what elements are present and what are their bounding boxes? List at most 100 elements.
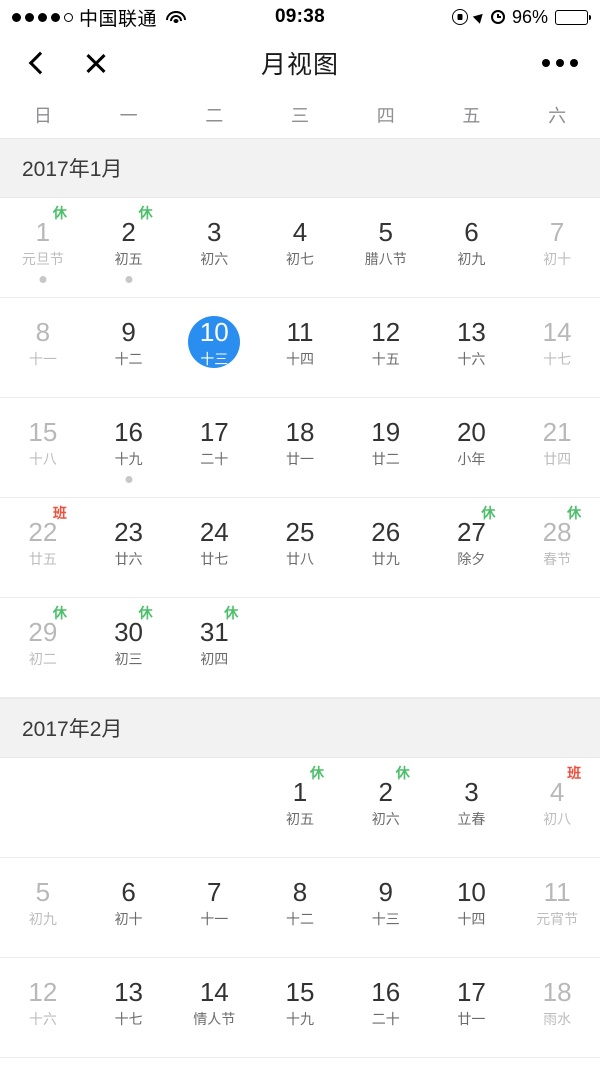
day-cell-15[interactable]: 15 十九: [257, 958, 343, 1057]
day-cell-12[interactable]: 12 十五: [343, 298, 429, 397]
rotation-lock-icon: [451, 9, 468, 25]
lunar-label: 十二: [285, 910, 314, 927]
lunar-label: 初五: [285, 810, 314, 827]
day-cell-inner: 27 除夕: [445, 516, 497, 568]
day-number: 27: [456, 516, 486, 547]
day-cell-24[interactable]: 24 廿七: [171, 498, 257, 597]
day-cell-11[interactable]: 11 元宵节: [514, 858, 600, 957]
day-number: 9: [378, 876, 393, 907]
day-cell-inner: 4 初七: [274, 216, 326, 268]
day-number: 16: [371, 976, 401, 1007]
day-cell-10[interactable]: 10 十四: [429, 858, 515, 957]
day-cell-17[interactable]: 17 廿一: [429, 958, 515, 1057]
day-cell-inner: 2 初六: [360, 776, 412, 828]
lunar-label: 十四: [457, 910, 486, 927]
day-cell-inner: 11 十四: [274, 316, 326, 368]
day-cell-inner: 23 廿六: [103, 516, 155, 568]
day-number: 12: [371, 316, 401, 347]
day-number: 18: [542, 976, 572, 1007]
day-cell-15[interactable]: 15 十八: [0, 398, 86, 497]
day-number: 14: [199, 976, 229, 1007]
day-cell-14[interactable]: 14 十七: [514, 298, 600, 397]
day-cell-11[interactable]: 11 十四: [257, 298, 343, 397]
day-cell-16[interactable]: 16 十九: [86, 398, 172, 497]
day-number: 7: [549, 216, 565, 247]
weekday-header: 日一二三四五六: [0, 92, 600, 138]
day-cell-29[interactable]: 休 29 初二: [0, 598, 86, 697]
day-number: 4: [549, 776, 565, 807]
lunar-label: 元宵节: [536, 910, 579, 927]
day-cell-7[interactable]: 7 十一: [171, 858, 257, 957]
day-cell-8[interactable]: 8 十二: [257, 858, 343, 957]
day-number: 16: [114, 416, 144, 447]
more-options-button[interactable]: [542, 59, 578, 67]
day-number: 21: [542, 416, 572, 447]
day-cell-16[interactable]: 16 二十: [343, 958, 429, 1057]
day-cell-27[interactable]: 休 27 除夕: [429, 498, 515, 597]
day-cell-3[interactable]: 3 立春: [429, 758, 515, 857]
weekday-label-1: 一: [119, 106, 138, 126]
day-number: 26: [371, 516, 401, 547]
day-cell-4[interactable]: 4 初七: [257, 198, 343, 297]
status-bar-right: 96%: [451, 6, 591, 28]
day-cell-22[interactable]: 班 22 廿五: [0, 498, 86, 597]
day-number: 11: [286, 316, 314, 347]
event-dot: [39, 276, 47, 283]
month-header: 2017年1月: [0, 138, 600, 198]
day-cell-18[interactable]: 18 廿一: [257, 398, 343, 497]
day-cell-2[interactable]: 休 2 初六: [343, 758, 429, 857]
lunar-label: 十二: [114, 350, 143, 367]
day-cell-2[interactable]: 休 2 初五: [86, 198, 172, 297]
battery-icon: [555, 9, 591, 25]
day-cell-5[interactable]: 5 腊八节: [343, 198, 429, 297]
lunar-label: 立春: [457, 810, 486, 827]
event-dot: [125, 276, 133, 283]
day-cell-1[interactable]: 休 1 初五: [257, 758, 343, 857]
day-cell-31[interactable]: 休 31 初四: [171, 598, 257, 697]
lunar-label: 小年: [457, 450, 486, 467]
day-cell-7[interactable]: 7 初十: [514, 198, 600, 297]
weekday-label-0: 日: [33, 106, 52, 126]
day-cell-25[interactable]: 25 廿八: [257, 498, 343, 597]
day-cell-empty: [257, 598, 343, 697]
day-cell-17[interactable]: 17 二十: [171, 398, 257, 497]
day-cell-19[interactable]: 19 廿二: [343, 398, 429, 497]
day-cell-20[interactable]: 20 小年: [429, 398, 515, 497]
day-cell-4[interactable]: 班 4 初八: [514, 758, 600, 857]
day-cell-inner: 22 廿五: [17, 516, 69, 568]
day-cell-21[interactable]: 21 廿四: [514, 398, 600, 497]
day-number: 2: [121, 216, 136, 247]
day-cell-13[interactable]: 13 十七: [86, 958, 172, 1057]
lunar-label: 初二: [28, 650, 57, 667]
day-cell-6[interactable]: 6 初九: [429, 198, 515, 297]
day-cell-3[interactable]: 3 初六: [171, 198, 257, 297]
day-cell-14[interactable]: 14 情人节: [171, 958, 257, 1057]
day-cell-18[interactable]: 18 雨水: [514, 958, 600, 1057]
day-cell-1[interactable]: 休 1 元旦节: [0, 198, 86, 297]
lunar-label: 廿七: [200, 550, 229, 567]
day-cell-23[interactable]: 23 廿六: [86, 498, 172, 597]
day-number: 18: [285, 416, 315, 447]
day-cell-empty: [514, 598, 600, 697]
week-row: 休 29 初二休 30 初三休 31 初四: [0, 598, 600, 698]
day-cell-5[interactable]: 5 初九: [0, 858, 86, 957]
day-cell-10[interactable]: 10 十三: [171, 298, 257, 397]
day-cell-8[interactable]: 8 十一: [0, 298, 86, 397]
day-cell-inner: 3 立春: [445, 776, 497, 828]
day-cell-6[interactable]: 6 初十: [86, 858, 172, 957]
day-cell-9[interactable]: 9 十二: [86, 298, 172, 397]
battery-percent: 96%: [511, 6, 548, 27]
day-cell-30[interactable]: 休 30 初三: [86, 598, 172, 697]
day-number: 5: [35, 876, 51, 907]
day-cell-9[interactable]: 9 十三: [343, 858, 429, 957]
day-number: 30: [114, 616, 144, 647]
navigation-bar: 月视图: [0, 34, 600, 92]
day-cell-28[interactable]: 休 28 春节: [514, 498, 600, 597]
day-cell-26[interactable]: 26 廿九: [343, 498, 429, 597]
day-number: 25: [285, 516, 315, 547]
day-cell-12[interactable]: 12 十六: [0, 958, 86, 1057]
lunar-label: 初五: [114, 250, 143, 267]
day-cell-inner: 9 十三: [360, 876, 412, 928]
day-cell-13[interactable]: 13 十六: [429, 298, 515, 397]
week-row: 5 初九 6 初十 7 十一 8 十二 9 十三 10 十四 11 元宵节: [0, 858, 600, 958]
